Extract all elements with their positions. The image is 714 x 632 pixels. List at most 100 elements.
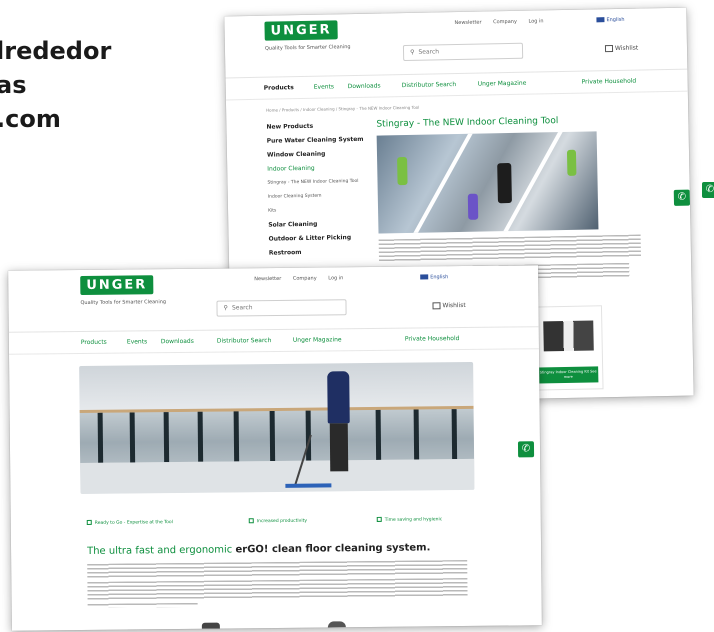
nav-downloads[interactable]: Downloads: [161, 338, 194, 345]
sidebar-item-stingray[interactable]: Stingray - The NEW Indoor Cleaning Tool: [267, 178, 367, 188]
sidebar-item-pure-water[interactable]: Pure Water Cleaning System: [267, 136, 367, 146]
language-label: English: [430, 274, 449, 281]
nav-products[interactable]: Products: [264, 84, 294, 92]
headline-text: lrededor as .com: [0, 34, 111, 136]
phone-icon[interactable]: ✆: [702, 182, 714, 198]
search-input[interactable]: ⚲ Search: [402, 42, 524, 62]
front-screenshot: UNGER Quality Tools for Smarter Cleaning…: [8, 265, 542, 631]
logo-tagline: Quality Tools for Smarter Cleaning: [264, 44, 351, 52]
nav-downloads[interactable]: Downloads: [348, 82, 381, 90]
railing-post: [269, 411, 276, 462]
logo-tagline: Quality Tools for Smarter Cleaning: [80, 299, 167, 307]
railing-post: [451, 409, 458, 460]
phone-icon[interactable]: ✆: [517, 441, 535, 458]
description-text: [87, 577, 468, 600]
feature-item: Ready to Go - Expertise at the Tool: [86, 519, 173, 526]
product-tile-button[interactable]: Stingray Indoor Cleaning Kit See more: [538, 366, 599, 384]
nav-distributor-search[interactable]: Distributor Search: [217, 337, 272, 345]
sidebar-item-indoor-cleaning[interactable]: Indoor Cleaning: [267, 164, 367, 174]
wishlist-icon: [432, 302, 441, 310]
nav-events[interactable]: Events: [314, 83, 334, 90]
headline-dark: erGO! clean floor cleaning system.: [235, 542, 431, 556]
phone-icon[interactable]: ✆: [673, 189, 691, 206]
flag-icon: [420, 274, 429, 280]
sidebar-item-outdoor[interactable]: Outdoor & Litter Picking: [269, 234, 369, 244]
headline-green: The ultra fast and ergonomic: [87, 544, 233, 557]
top-links: Newsletter Company Log in: [454, 18, 553, 26]
sidebar-item-window-cleaning[interactable]: Window Cleaning: [267, 150, 367, 160]
login-link[interactable]: Log in: [328, 275, 343, 281]
nav-distributor-search[interactable]: Distributor Search: [402, 81, 457, 89]
language-select[interactable]: English: [420, 274, 448, 280]
search-icon: ⚲: [223, 304, 228, 312]
worker-figure: [467, 193, 479, 220]
page-title: Stingray - The NEW Indoor Cleaning Tool: [376, 116, 559, 130]
worker-figure: [497, 162, 512, 204]
cleaner-figure: [327, 371, 350, 424]
sidebar-item-solar[interactable]: Solar Cleaning: [268, 220, 368, 230]
nav-products[interactable]: Products: [81, 339, 107, 346]
headline-line-3: .com: [0, 105, 61, 133]
unger-logo[interactable]: UNGER: [264, 20, 338, 41]
breadcrumb: Home / Products / Indoor Cleaning / Stin…: [266, 104, 420, 113]
sidebar-item-restroom[interactable]: Restroom: [269, 248, 369, 258]
newsletter-link[interactable]: Newsletter: [454, 20, 481, 27]
unger-logo[interactable]: UNGER: [80, 275, 154, 296]
product-image: [543, 320, 594, 352]
description-text: [87, 559, 468, 578]
railing-post: [233, 411, 240, 462]
check-icon: [248, 518, 254, 524]
railing-post: [413, 409, 420, 460]
description-text: [87, 602, 198, 608]
railing-post: [129, 412, 136, 463]
product-tile[interactable]: Stingray Indoor Cleaning Kit See more: [531, 305, 604, 391]
search-placeholder: Search: [418, 48, 440, 56]
description-text: [378, 234, 642, 262]
top-links: Newsletter Company Log in: [254, 275, 353, 282]
floor: [80, 458, 475, 495]
check-icon: [86, 519, 92, 525]
sidebar-item-indoor-system[interactable]: Indoor Cleaning System: [268, 192, 368, 202]
footer-icon: [327, 621, 346, 628]
wishlist-link[interactable]: Wishlist: [604, 44, 639, 53]
search-icon: ⚲: [409, 48, 415, 56]
nav-private-household[interactable]: Private Household: [405, 335, 460, 343]
wishlist-label: Wishlist: [614, 44, 639, 52]
footer-icon: [201, 622, 220, 629]
headline-line-2: as: [0, 71, 27, 99]
nav-events[interactable]: Events: [127, 338, 147, 345]
feature-item: Time saving and hygienic: [376, 516, 442, 523]
wishlist-icon: [604, 45, 614, 53]
search-input[interactable]: ⚲ Search: [216, 299, 347, 317]
railing-post: [97, 412, 104, 463]
login-link[interactable]: Log in: [528, 18, 543, 24]
cleaner-legs: [329, 423, 349, 472]
nav-private-household[interactable]: Private Household: [582, 78, 637, 86]
hero-image: [79, 361, 475, 495]
product-collage-image: [376, 131, 599, 234]
nav-unger-magazine[interactable]: Unger Magazine: [478, 80, 527, 88]
nav-unger-magazine[interactable]: Unger Magazine: [293, 336, 342, 344]
company-link[interactable]: Company: [493, 19, 517, 25]
sidebar-item-new-products[interactable]: New Products: [266, 122, 366, 132]
company-link[interactable]: Company: [293, 276, 317, 282]
mop-head: [285, 483, 332, 488]
header: UNGER Quality Tools for Smarter Cleaning…: [8, 265, 539, 333]
newsletter-link[interactable]: Newsletter: [254, 276, 281, 282]
worker-figure: [566, 149, 577, 176]
divider: [401, 131, 478, 234]
header: UNGER Quality Tools for Smarter Cleaning…: [224, 7, 688, 79]
flag-icon: [596, 17, 605, 23]
language-label: English: [606, 16, 625, 24]
check-icon: [376, 516, 382, 522]
product-headline: The ultra fast and ergonomic erGO! clean…: [87, 542, 430, 557]
feature-item: Increased productivity: [248, 518, 307, 525]
wishlist-link[interactable]: Wishlist: [432, 302, 466, 310]
worker-figure: [397, 156, 408, 186]
railing-post: [163, 412, 170, 463]
railing-post: [197, 411, 204, 462]
headline-line-1: lrededor: [0, 37, 112, 65]
language-select[interactable]: English: [596, 16, 625, 24]
sidebar-item-kits[interactable]: Kits: [268, 206, 368, 216]
railing-post: [375, 409, 382, 460]
